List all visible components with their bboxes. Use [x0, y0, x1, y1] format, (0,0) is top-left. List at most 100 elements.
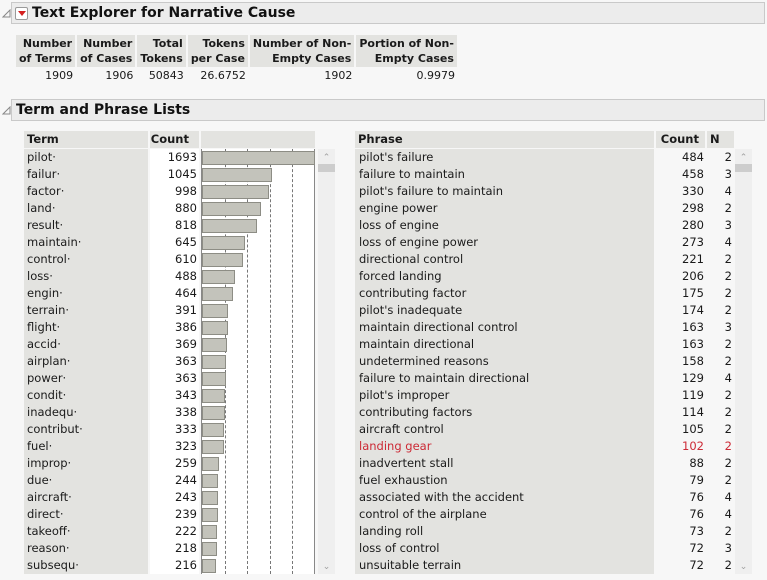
term-item[interactable]: inadequ· — [27, 404, 147, 421]
phrase-item[interactable]: contributing factor — [359, 285, 649, 302]
term-item[interactable]: land· — [27, 200, 147, 217]
scroll-down-icon[interactable]: ⌄ — [735, 560, 752, 574]
phrase-item[interactable]: directional control — [359, 251, 649, 268]
count-bar[interactable] — [202, 252, 243, 267]
phrase-item[interactable]: failure to maintain — [359, 166, 649, 183]
term-item[interactable]: fuel· — [27, 438, 147, 455]
summary-header-line: per Case — [190, 52, 245, 65]
count-bar[interactable] — [202, 150, 315, 165]
count-bar[interactable] — [202, 490, 219, 505]
phrase-item[interactable]: maintain directional control — [359, 319, 649, 336]
count-bar[interactable] — [202, 303, 229, 318]
term-item[interactable]: result· — [27, 217, 147, 234]
count-bar[interactable] — [202, 524, 217, 539]
term-count: 243 — [175, 490, 197, 504]
disclosure-triangle-icon[interactable] — [1, 105, 11, 115]
term-item[interactable]: maintain· — [27, 234, 147, 251]
count-bar[interactable] — [202, 456, 220, 471]
phrase-item[interactable]: contributing factors — [359, 404, 649, 421]
phrase-item[interactable]: maintain directional — [359, 336, 649, 353]
scroll-up-icon[interactable]: ⌃ — [735, 151, 752, 165]
n-column-header[interactable]: N — [707, 131, 734, 148]
term-item[interactable]: factor· — [27, 183, 147, 200]
term-item[interactable]: direct· — [27, 506, 147, 523]
count-bar[interactable] — [202, 507, 218, 522]
count-bar[interactable] — [202, 354, 227, 369]
phrase-item[interactable]: associated with the accident — [359, 489, 649, 506]
disclosure-triangle-icon[interactable] — [1, 8, 11, 18]
count-bar[interactable] — [202, 558, 217, 573]
phrase-item[interactable]: loss of control — [359, 540, 649, 557]
count-bar[interactable] — [202, 439, 224, 454]
count-column-header[interactable]: Count — [150, 131, 199, 148]
phrase-item[interactable]: fuel exhaustion — [359, 472, 649, 489]
phrase-item[interactable]: pilot's inadequate — [359, 302, 649, 319]
phrase-item[interactable]: aircraft control — [359, 421, 649, 438]
term-item[interactable]: engin· — [27, 285, 147, 302]
term-item[interactable]: contribut· — [27, 421, 147, 438]
phrase-item[interactable]: inadvertent stall — [359, 455, 649, 472]
count-bar[interactable] — [202, 473, 219, 488]
phrase-item[interactable]: pilot's failure to maintain — [359, 183, 649, 200]
phrase-item[interactable]: failure to maintain directional — [359, 370, 649, 387]
count-bar[interactable] — [202, 167, 272, 182]
count-bar[interactable] — [202, 422, 225, 437]
term-item[interactable]: power· — [27, 370, 147, 387]
term-item[interactable]: control· — [27, 251, 147, 268]
term-item[interactable]: reason· — [27, 540, 147, 557]
term-column-header[interactable]: Term — [24, 131, 148, 148]
count-bar[interactable] — [202, 541, 217, 556]
phrase-item[interactable]: loss of engine power — [359, 234, 649, 251]
count-bar[interactable] — [202, 184, 269, 199]
term-item[interactable]: due· — [27, 472, 147, 489]
phrase-item[interactable]: forced landing — [359, 268, 649, 285]
phrase-n: 3 — [724, 320, 732, 334]
phrase-count: 163 — [682, 337, 704, 351]
phrase-count-column-header[interactable]: Count — [656, 131, 705, 148]
term-item[interactable]: takeoff· — [27, 523, 147, 540]
phrase-item[interactable]: control of the airplane — [359, 506, 649, 523]
term-item[interactable]: subsequ· — [27, 557, 147, 574]
phrase-item[interactable]: loss of engine — [359, 217, 649, 234]
term-scrollbar[interactable]: ⌃ ⌄ — [318, 149, 335, 574]
count-bar[interactable] — [202, 269, 235, 284]
term-item[interactable]: terrain· — [27, 302, 147, 319]
scroll-thumb[interactable] — [735, 164, 752, 172]
phrase-item[interactable]: landing roll — [359, 523, 649, 540]
phrase-item[interactable]: undetermined reasons — [359, 353, 649, 370]
term-item[interactable]: flight· — [27, 319, 147, 336]
phrase-item[interactable]: engine power — [359, 200, 649, 217]
phrase-count: 163 — [682, 320, 704, 334]
count-bar[interactable] — [202, 371, 227, 386]
term-item[interactable]: accid· — [27, 336, 147, 353]
count-bar[interactable] — [202, 337, 227, 352]
scroll-down-icon[interactable]: ⌄ — [318, 560, 335, 574]
scroll-up-icon[interactable]: ⌃ — [318, 151, 335, 165]
count-bar[interactable] — [202, 388, 225, 403]
phrase-n: 2 — [724, 405, 732, 419]
term-item[interactable]: airplan· — [27, 353, 147, 370]
count-bar[interactable] — [202, 235, 246, 250]
count-bar[interactable] — [202, 218, 257, 233]
phrase-item[interactable]: pilot's failure — [359, 149, 649, 166]
term-item[interactable]: failur· — [27, 166, 147, 183]
red-triangle-menu-icon[interactable] — [15, 6, 28, 20]
count-bar[interactable] — [202, 286, 233, 301]
count-bar[interactable] — [202, 201, 261, 216]
term-count: 645 — [175, 235, 197, 249]
phrase-scrollbar[interactable]: ⌃ ⌄ — [735, 149, 752, 574]
term-item[interactable]: aircraft· — [27, 489, 147, 506]
phrase-item[interactable]: unsuitable terrain — [359, 557, 649, 574]
phrase-column-header[interactable]: Phrase — [355, 131, 654, 148]
term-item[interactable]: improp· — [27, 455, 147, 472]
count-bar[interactable] — [202, 405, 225, 420]
term-item[interactable]: loss· — [27, 268, 147, 285]
term-item[interactable]: pilot· — [27, 149, 147, 166]
phrase-item[interactable]: landing gear — [359, 438, 649, 455]
term-count: 1045 — [167, 167, 197, 181]
term-item[interactable]: condit· — [27, 387, 147, 404]
scroll-thumb[interactable] — [318, 164, 335, 172]
count-bar[interactable] — [202, 320, 228, 335]
phrase-item[interactable]: pilot's improper — [359, 387, 649, 404]
summary-header-line: of Terms — [19, 52, 73, 65]
